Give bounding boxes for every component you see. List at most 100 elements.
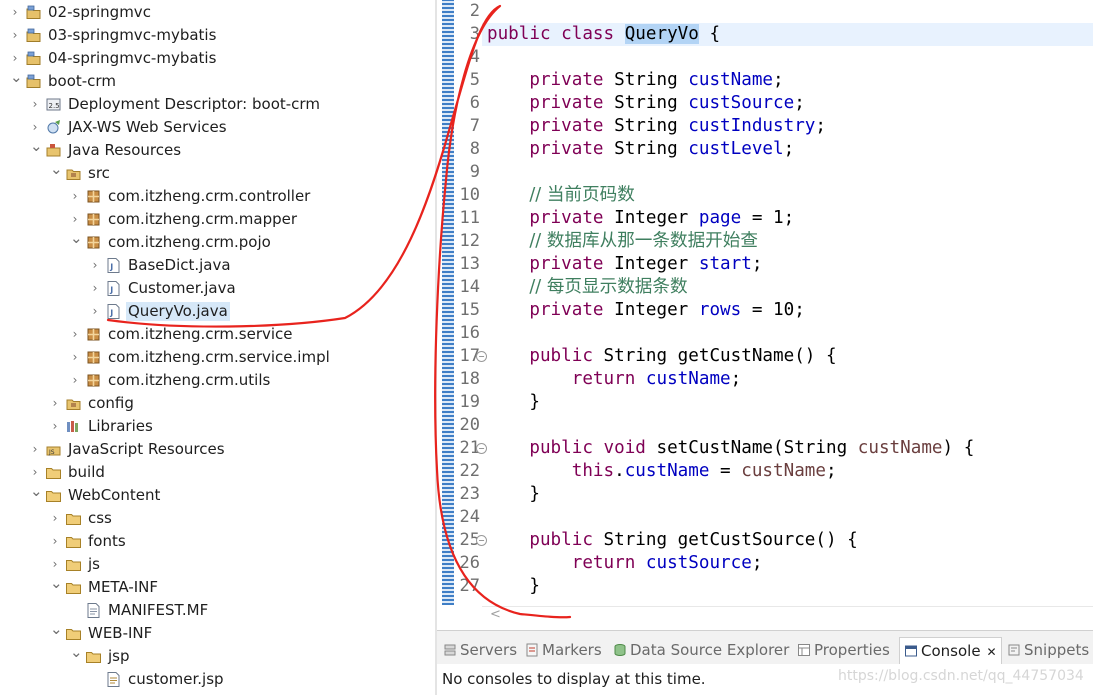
fold-toggle-icon[interactable]: − xyxy=(476,535,487,546)
tree-item[interactable]: › com.itzheng.crm.service xyxy=(0,323,436,346)
chevron-right-icon[interactable]: › xyxy=(70,327,80,341)
code-line[interactable]: private Integer page = 1; xyxy=(487,207,794,230)
code-line[interactable]: private String custLevel; xyxy=(487,138,794,161)
code-line[interactable]: } xyxy=(487,575,540,598)
tab-console[interactable]: Console ✕ xyxy=(899,637,1002,664)
chevron-down-icon[interactable]: ⌄ xyxy=(30,484,43,499)
chevron-right-icon[interactable]: › xyxy=(90,281,100,295)
code-line[interactable]: // 当前页码数 xyxy=(487,184,634,207)
tree-item[interactable]: › 03-springmvc-mybatis xyxy=(0,24,436,47)
code-line[interactable]: return custName; xyxy=(487,368,742,391)
scroll-left-icon[interactable]: < xyxy=(490,607,501,622)
close-icon[interactable]: ✕ xyxy=(987,645,997,659)
chevron-right-icon[interactable]: › xyxy=(70,212,80,226)
code-line[interactable]: public void setCustName(String custName)… xyxy=(487,437,974,460)
package-icon xyxy=(85,372,102,389)
line-number: 5 xyxy=(469,70,480,90)
tree-item[interactable]: › JS JavaScript Resources xyxy=(0,438,436,461)
tree-item[interactable]: › css xyxy=(0,507,436,530)
code-line[interactable]: public String getCustSource() { xyxy=(487,529,857,552)
tree-item[interactable]: › config xyxy=(0,392,436,415)
code-line[interactable]: } xyxy=(487,391,540,414)
chevron-right-icon[interactable]: › xyxy=(50,557,60,571)
tree-item[interactable]: › com.itzheng.crm.controller xyxy=(0,185,436,208)
tree-item[interactable]: › build xyxy=(0,461,436,484)
tree-item[interactable]: › com.itzheng.crm.mapper xyxy=(0,208,436,231)
chevron-right-icon[interactable]: › xyxy=(30,97,40,111)
chevron-right-icon[interactable]: › xyxy=(10,51,20,65)
token-kw: private xyxy=(529,116,604,136)
chevron-right-icon[interactable]: › xyxy=(70,350,80,364)
chevron-right-icon[interactable]: › xyxy=(70,373,80,387)
tree-item[interactable]: › com.itzheng.crm.service.impl xyxy=(0,346,436,369)
chevron-down-icon[interactable]: ⌄ xyxy=(50,576,63,591)
tree-item[interactable]: ⌄ META-INF xyxy=(0,576,436,599)
chevron-right-icon[interactable]: › xyxy=(70,189,80,203)
chevron-right-icon[interactable]: › xyxy=(50,419,60,433)
fold-toggle-icon[interactable]: − xyxy=(476,351,487,362)
source-folder-icon xyxy=(65,165,82,182)
tree-item[interactable]: › 02-springmvc xyxy=(0,1,436,24)
chevron-right-icon[interactable]: › xyxy=(50,534,60,548)
fold-toggle-icon[interactable]: − xyxy=(476,443,487,454)
tree-item[interactable]: › J QueryVo.java xyxy=(0,300,436,323)
tree-item[interactable]: › fonts xyxy=(0,530,436,553)
tab-markers[interactable]: Markers xyxy=(525,639,602,661)
project-explorer: › 02-springmvc › 03-springmvc-mybatis › 04-sp… xyxy=(0,0,436,695)
tree-item[interactable]: ⌄ Java Resources xyxy=(0,139,436,162)
code-line[interactable]: private String custName; xyxy=(487,69,783,92)
tree-item-label: Deployment Descriptor: boot-crm xyxy=(68,95,320,113)
tree-item[interactable]: › 04-springmvc-mybatis xyxy=(0,47,436,70)
code-line[interactable]: private String custSource; xyxy=(487,92,804,115)
chevron-right-icon[interactable]: › xyxy=(10,5,20,19)
chevron-down-icon[interactable]: ⌄ xyxy=(50,162,63,177)
chevron-right-icon[interactable]: › xyxy=(90,304,100,318)
tree-item[interactable]: › com.itzheng.crm.utils xyxy=(0,369,436,392)
code-line[interactable]: // 数据库从那一条数据开始查 xyxy=(487,230,758,253)
tree-item[interactable]: ⌄ src xyxy=(0,162,436,185)
tree-item-label: js xyxy=(88,555,100,573)
chevron-right-icon[interactable]: › xyxy=(30,120,40,134)
chevron-down-icon[interactable]: ⌄ xyxy=(10,70,23,85)
code-line[interactable]: private String custIndustry; xyxy=(487,115,826,138)
tree-item[interactable]: ⌄ WebContent xyxy=(0,484,436,507)
tree-item[interactable]: ⌄ boot-crm xyxy=(0,70,436,93)
tree-item[interactable]: › JAX-WS Web Services xyxy=(0,116,436,139)
code-line[interactable]: public class QueryVo { xyxy=(487,23,720,46)
chevron-right-icon[interactable]: › xyxy=(30,442,40,456)
tab-servers[interactable]: Servers xyxy=(443,639,517,661)
tree-item[interactable]: MANIFEST.MF xyxy=(0,599,436,622)
tab-snippets[interactable]: Snippets xyxy=(1007,639,1089,661)
code-line[interactable]: this.custName = custName; xyxy=(487,460,837,483)
tab-properties[interactable]: Properties xyxy=(797,639,890,661)
chevron-down-icon[interactable]: ⌄ xyxy=(30,139,43,154)
code-line[interactable]: private Integer rows = 10; xyxy=(487,299,804,322)
code-line[interactable]: } xyxy=(487,483,540,506)
chevron-down-icon[interactable]: ⌄ xyxy=(70,231,83,246)
token-prm: custName xyxy=(857,438,943,458)
tree-item[interactable]: › js xyxy=(0,553,436,576)
chevron-down-icon[interactable]: ⌄ xyxy=(70,645,83,660)
chevron-right-icon[interactable]: › xyxy=(10,28,20,42)
tree-item[interactable]: ⌄ WEB-INF xyxy=(0,622,436,645)
tree-item[interactable]: › Libraries xyxy=(0,415,436,438)
chevron-right-icon[interactable]: › xyxy=(30,465,40,479)
chevron-right-icon[interactable]: › xyxy=(90,258,100,272)
chevron-right-icon[interactable]: › xyxy=(50,511,60,525)
tree-item[interactable]: › 2.5 Deployment Descriptor: boot-crm xyxy=(0,93,436,116)
tree-item[interactable]: › J Customer.java xyxy=(0,277,436,300)
code-line[interactable]: // 每页显示数据条数 xyxy=(487,276,687,299)
horizontal-scrollbar[interactable]: < xyxy=(482,606,1093,623)
code-line[interactable]: private Integer start; xyxy=(487,253,762,276)
tree-item[interactable]: ⌄ com.itzheng.crm.pojo xyxy=(0,231,436,254)
chevron-right-icon[interactable]: › xyxy=(50,396,60,410)
code-line[interactable]: public String getCustName() { xyxy=(487,345,836,368)
tree-item[interactable]: › J BaseDict.java xyxy=(0,254,436,277)
line-number: 3 xyxy=(469,24,480,44)
chevron-down-icon[interactable]: ⌄ xyxy=(50,622,63,637)
code-line[interactable]: return custSource; xyxy=(487,552,763,575)
tree-item[interactable]: ⌄ jsp xyxy=(0,645,436,668)
tab-data-source-explorer[interactable]: Data Source Explorer xyxy=(613,639,789,661)
tree-item[interactable]: customer.jsp xyxy=(0,668,436,691)
